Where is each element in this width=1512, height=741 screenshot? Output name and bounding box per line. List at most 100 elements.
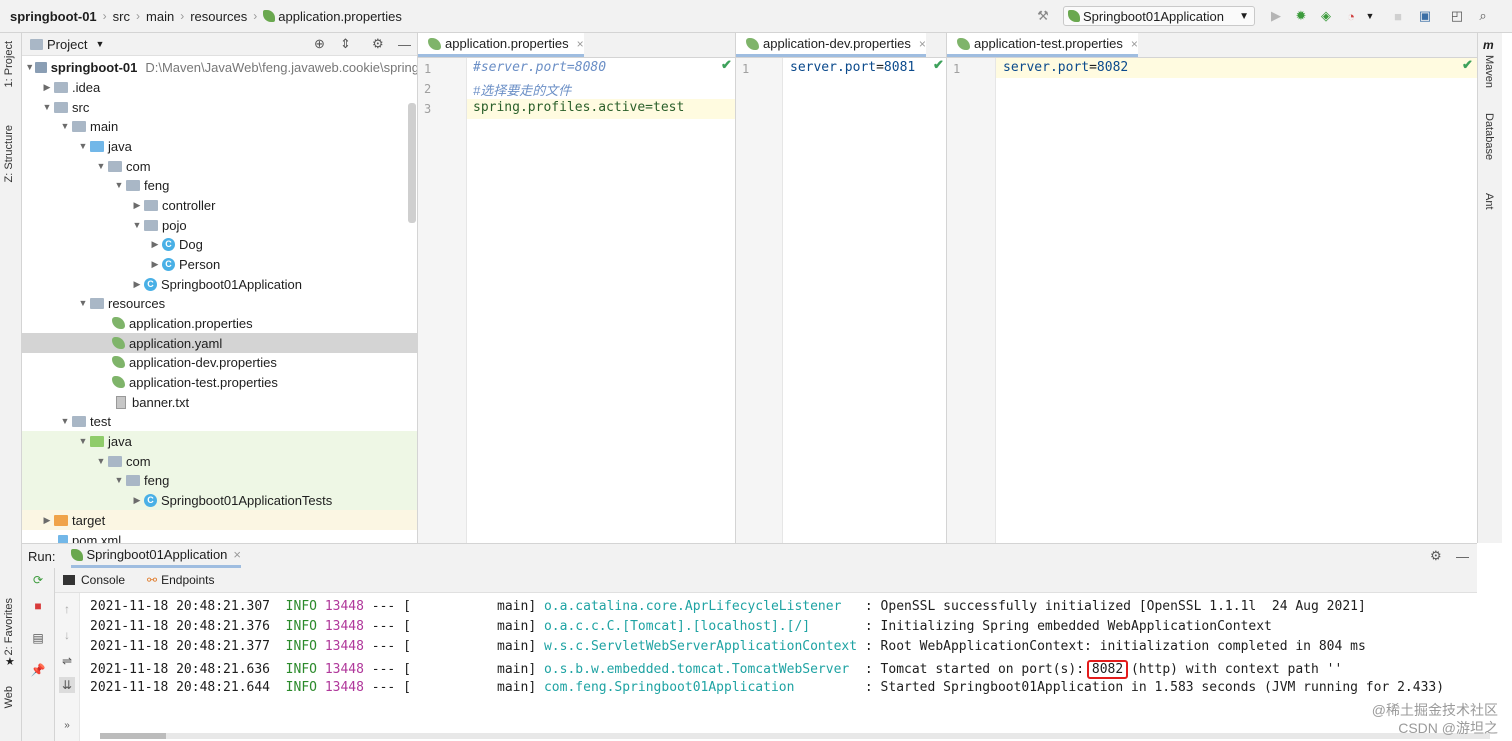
tree-item[interactable]: ▼ test — [22, 411, 417, 431]
tab-endpoints[interactable]: ⚯ Endpoints — [147, 573, 214, 587]
rerun-icon[interactable]: ⟳ — [30, 572, 46, 588]
tree-item-label: pojo — [162, 217, 187, 233]
breadcrumb-resources[interactable]: resources — [190, 9, 247, 24]
breadcrumb-file[interactable]: application.properties — [278, 9, 402, 24]
run-config-tab[interactable]: Springboot01Application × — [71, 544, 241, 568]
tab-ant[interactable]: Ant — [1483, 193, 1495, 210]
tree-item[interactable]: pom.xml — [22, 530, 417, 543]
tree-item[interactable]: ▼ main — [22, 116, 417, 136]
code-line[interactable]: server.port=8081 — [790, 60, 915, 75]
tree-item[interactable]: ▶ C Person — [22, 254, 417, 274]
line-gutter — [418, 58, 467, 543]
maven-icon: m — [1483, 38, 1494, 52]
breadcrumb-project[interactable]: springboot-01 — [10, 9, 97, 24]
tab-project[interactable]: 1: Project — [3, 41, 15, 87]
tree-item[interactable]: ▼ feng — [22, 175, 417, 195]
tree-item[interactable]: ▶ target — [22, 510, 417, 530]
log-timestamp: 2021-11-18 20:48:21.377 — [90, 639, 271, 654]
breadcrumb-src[interactable]: src — [113, 9, 130, 24]
tree-item[interactable]: ▼ com — [22, 451, 417, 471]
chevron-right-icon: ▶ — [133, 199, 141, 210]
pin-icon[interactable]: 📌 — [30, 662, 46, 678]
log-pid: 13448 — [324, 619, 364, 634]
tree-item[interactable]: ▼ feng — [22, 470, 417, 490]
log-pid: 13448 — [324, 680, 364, 695]
tab-structure[interactable]: Z: Structure — [3, 125, 15, 182]
tree-item[interactable]: ▼ resources — [22, 293, 417, 313]
tab-console[interactable]: Console — [63, 573, 125, 587]
scrollbar-thumb[interactable] — [100, 733, 166, 739]
tree-item[interactable]: ▶ C Springboot01Application — [22, 274, 417, 294]
log-logger: w.s.c.ServletWebServerApplicationContext — [543, 639, 858, 654]
more-icon[interactable]: » — [59, 717, 75, 733]
arrow-up-icon[interactable]: ↑ — [59, 601, 75, 617]
tree-item[interactable]: ▶ controller — [22, 195, 417, 215]
project-panel-title[interactable]: Project — [47, 37, 87, 52]
collapse-all-icon[interactable]: ⇕ — [340, 36, 351, 52]
tab-favorites[interactable]: 2: Favorites — [3, 598, 15, 655]
tree-item[interactable]: ▶ C Dog — [22, 234, 417, 254]
code-line[interactable]: server.port=8082 — [1003, 60, 1128, 75]
chevron-right-icon: › — [253, 9, 258, 23]
spring-yaml-icon — [112, 337, 125, 349]
editor-tab-label: application.properties — [445, 36, 569, 51]
tree-item[interactable]: ▼ src — [22, 97, 417, 117]
chevron-down-icon[interactable]: ▼ — [1362, 8, 1378, 24]
log-message: : OpenSSL successfully initialized [Open… — [864, 599, 1366, 614]
code-line[interactable]: #server.port=8080 — [473, 60, 606, 75]
soft-wrap-icon[interactable]: ⇌ — [59, 653, 75, 669]
project-panel: Project ▼ ⊕ ⇕ ⚙ — ▼ springboot-01 D:\Mav… — [22, 33, 418, 543]
editor-tab[interactable]: application-dev.properties × — [736, 33, 926, 57]
tree-item[interactable]: ▼ pojo — [22, 215, 417, 235]
code-line[interactable]: spring.profiles.active=test — [473, 100, 684, 115]
package-icon — [126, 474, 140, 486]
star-icon: ★ — [5, 656, 15, 668]
horizontal-scrollbar[interactable] — [100, 733, 1490, 739]
hammer-build-icon[interactable]: ⚒ — [1035, 8, 1051, 24]
endpoints-icon: ⚯ — [147, 573, 158, 587]
run-icon[interactable]: ▶ — [1268, 8, 1284, 24]
run-config-selector[interactable]: Springboot01Application ▼ — [1063, 6, 1255, 26]
layout-icon[interactable]: ▤ — [30, 630, 46, 646]
minimize-icon[interactable]: — — [1456, 549, 1469, 564]
tree-item[interactable]: banner.txt — [22, 392, 417, 412]
arrow-down-icon[interactable]: ↓ — [59, 627, 75, 643]
profile-icon[interactable]: ◔ — [1343, 8, 1359, 24]
tree-item[interactable]: ▶ C Springboot01ApplicationTests — [22, 490, 417, 510]
scrollbar-thumb[interactable] — [408, 103, 416, 223]
gear-icon[interactable]: ⚙ — [1430, 548, 1442, 564]
editor-tab-active[interactable]: application.properties × — [418, 33, 584, 57]
tree-item[interactable]: application-test.properties — [22, 372, 417, 392]
tree-item[interactable]: ▼ java — [22, 136, 417, 156]
minimize-icon[interactable]: — — [398, 37, 411, 52]
tree-item[interactable]: application.properties — [22, 313, 417, 333]
code-line[interactable]: #选择要走的文件 — [473, 80, 571, 99]
editor-tab[interactable]: application-test.properties × — [947, 33, 1138, 57]
coverage-icon[interactable]: ◈ — [1318, 8, 1334, 24]
breadcrumb-main[interactable]: main — [146, 9, 174, 24]
debug-icon[interactable]: ✹ — [1293, 8, 1309, 24]
close-icon[interactable]: × — [577, 37, 584, 51]
stop-icon[interactable]: ■ — [1390, 8, 1406, 24]
close-icon[interactable]: × — [233, 547, 241, 562]
chevron-down-icon[interactable]: ▼ — [95, 39, 104, 49]
tab-database[interactable]: Database — [1483, 113, 1495, 160]
scroll-to-end-icon[interactable]: ⇊ — [59, 677, 75, 693]
window-icon[interactable]: ◰ — [1449, 8, 1465, 24]
close-icon[interactable]: × — [1131, 37, 1138, 51]
project-structure-icon[interactable]: ▣ — [1417, 8, 1433, 24]
tree-root[interactable]: ▼ springboot-01 D:\Maven\JavaWeb\feng.ja… — [22, 57, 417, 77]
gear-icon[interactable]: ⚙ — [372, 36, 384, 52]
tab-web[interactable]: Web — [3, 686, 15, 708]
close-icon[interactable]: × — [919, 37, 926, 51]
console-output[interactable]: 2021-11-18 20:48:21.307 INFO 13448 --- [… — [80, 593, 1477, 733]
tree-item[interactable]: ▶ .idea — [22, 77, 417, 97]
tab-maven[interactable]: Maven — [1483, 55, 1495, 88]
locate-icon[interactable]: ⊕ — [314, 36, 325, 52]
tree-item[interactable]: ▼ java — [22, 431, 417, 451]
search-icon[interactable]: ⌕ — [1475, 8, 1491, 24]
tree-item-selected[interactable]: application.yaml — [22, 333, 417, 353]
tree-item[interactable]: ▼ com — [22, 156, 417, 176]
tree-item[interactable]: application-dev.properties — [22, 352, 417, 372]
stop-icon[interactable]: ■ — [30, 598, 46, 614]
